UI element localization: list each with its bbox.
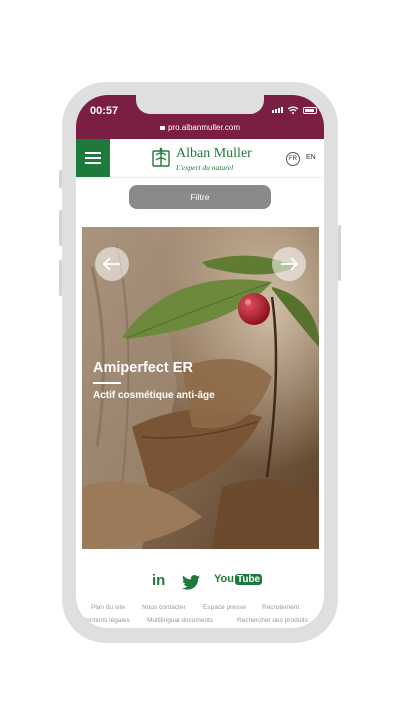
hero-title: Amiperfect ER (93, 360, 193, 376)
next-slide-button[interactable] (272, 247, 306, 281)
status-time: 00:57 (90, 105, 119, 117)
language-fr[interactable]: FR (286, 152, 300, 166)
status-bar: 00:57 pro.albanmuller.com (76, 95, 324, 139)
lock-icon (159, 126, 165, 130)
footer-link-press[interactable]: Espace presse (203, 604, 246, 611)
hamburger-icon (85, 152, 101, 154)
arrow-right-icon (281, 257, 299, 271)
url-bar[interactable]: pro.albanmuller.com (76, 123, 324, 132)
footer-link-multilingual[interactable]: Multilingual documents (147, 617, 213, 624)
youtube-icon[interactable]: You Tube (214, 573, 263, 585)
youtube-you: You (214, 573, 234, 585)
phone-screen: 00:57 pro.albanmuller.com Alban Muller L… (76, 95, 324, 628)
twitter-icon[interactable] (182, 575, 200, 590)
phone-side-button (59, 260, 62, 296)
site-header: Alban Muller L'expert du naturel FR EN (76, 139, 324, 178)
phone-side-button (59, 210, 62, 246)
footer-link-contact[interactable]: Nous contacter (142, 604, 186, 611)
logo-emblem-icon[interactable] (152, 147, 170, 167)
menu-button[interactable] (76, 139, 110, 177)
footer-link-product-search[interactable]: Rechercher des produits (237, 617, 308, 624)
phone-side-button (338, 225, 341, 281)
hero-slider[interactable]: Amiperfect ER Actif cosmétique anti-âge (82, 227, 319, 549)
hamburger-icon-line (85, 162, 101, 164)
youtube-tube: Tube (234, 573, 263, 585)
footer-link-jobs[interactable]: Recrutement (262, 604, 299, 611)
footer-link-legal[interactable]: Mentions légales (81, 617, 130, 624)
hero-divider (93, 382, 121, 384)
arrow-left-icon (102, 257, 120, 271)
signal-icon (272, 107, 283, 113)
filter-button[interactable]: Filtre (129, 185, 271, 209)
hamburger-icon-line (85, 157, 101, 159)
battery-icon (303, 107, 317, 114)
brand-tagline: L'expert du naturel (176, 163, 234, 172)
language-en[interactable]: EN (306, 154, 316, 161)
linkedin-icon[interactable]: in (152, 572, 165, 589)
footer-link-sitemap[interactable]: Plan du site (91, 604, 125, 611)
brand-name[interactable]: Alban Muller (176, 146, 252, 162)
hero-subtitle: Actif cosmétique anti-âge (93, 390, 215, 401)
url-text: pro.albanmuller.com (167, 123, 241, 132)
wifi-icon (288, 106, 298, 114)
phone-side-button (59, 170, 62, 188)
notch (136, 95, 264, 114)
previous-slide-button[interactable] (95, 247, 129, 281)
